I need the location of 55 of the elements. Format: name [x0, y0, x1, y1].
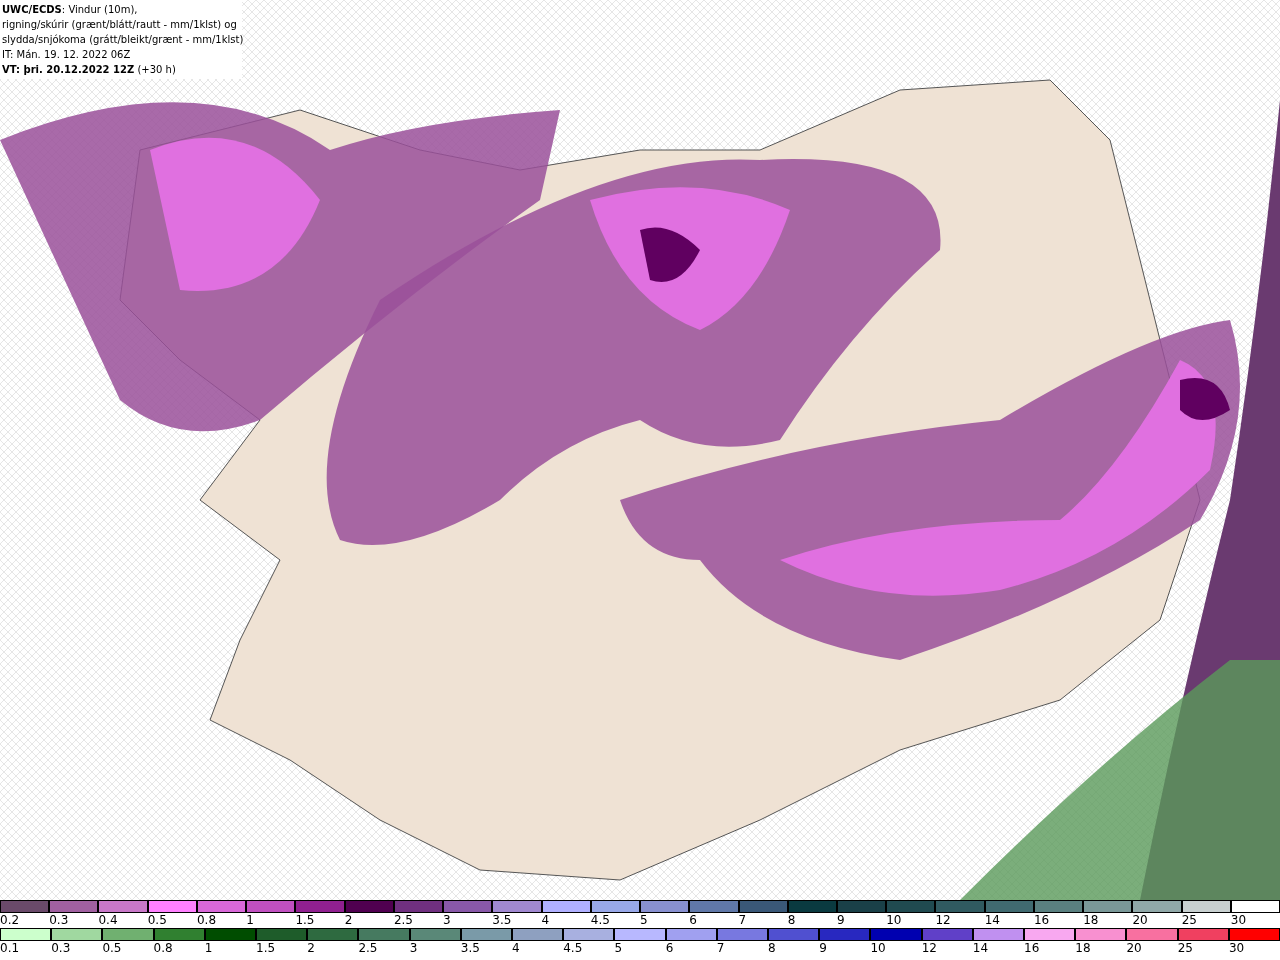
info-text: UWC/ECDS: Vindur (10m), [2, 3, 139, 17]
legend-label: 8 [768, 941, 776, 956]
legend-label: 3.5 [492, 913, 512, 928]
legend-label: 2.5 [393, 913, 413, 928]
legend-label: 4 [512, 941, 520, 956]
legend-label: 14 [972, 941, 989, 956]
info-text: VT: þri. 20.12.2022 12Z (+30 h) [2, 63, 177, 77]
legend-label: 0.4 [98, 913, 118, 928]
legend-label: 9 [819, 941, 827, 956]
legend-label: 18 [1083, 913, 1099, 928]
legend-label: 0.8 [196, 913, 217, 928]
legend-label: 4.5 [563, 941, 583, 956]
legend-label: 6 [665, 941, 674, 956]
legend-label: 3.5 [460, 941, 480, 956]
legend-label: 9 [837, 913, 845, 928]
legend-label: 0.5 [102, 941, 122, 956]
legend-label: 4.5 [590, 913, 610, 928]
legend-label: 25 [1177, 941, 1193, 956]
legend-label: 7 [738, 913, 747, 928]
info-text: rigning/skúrir (grænt/blátt/rautt - mm/1klst) og [2, 18, 238, 32]
legend-label: 20 [1132, 913, 1148, 928]
legend-label: 2 [307, 941, 315, 956]
legend-label: 0.3 [49, 913, 69, 928]
legend-label: 0.1 [0, 941, 20, 956]
legend-label: 5 [614, 941, 623, 956]
info-text: IT: Mán. 19. 12. 2022 06Z [2, 48, 132, 62]
legend-label: 20 [1126, 941, 1142, 956]
legend-label: 12 [935, 913, 951, 928]
legend-label: 8 [787, 913, 796, 928]
legend-label: 0.5 [147, 913, 167, 928]
legend-label: 6 [689, 913, 697, 928]
legend-label: 1 [204, 941, 213, 956]
legend-label: 5 [640, 913, 648, 928]
legend-label: 1.5 [256, 941, 276, 956]
legend-label: 0.8 [153, 941, 173, 956]
legend-label: 25 [1181, 913, 1197, 928]
legend-label: 0.2 [0, 913, 20, 928]
legend-label: 1 [246, 913, 254, 928]
legend-label: 30 [1228, 941, 1245, 956]
legend-label: 12 [921, 941, 937, 956]
legend-label: 18 [1075, 941, 1091, 956]
legend-label: 16 [1033, 913, 1050, 928]
legend-label: 4 [541, 913, 550, 928]
legend-label: 30 [1230, 913, 1247, 928]
legend-label: 3 [443, 913, 451, 928]
legend-label: 2 [344, 913, 353, 928]
legend-label: 0.3 [51, 941, 71, 956]
legend-label: 3 [409, 941, 418, 956]
legend-label: 1.5 [295, 913, 315, 928]
legend-label: 14 [984, 913, 1000, 928]
legend-label: 10 [886, 913, 902, 928]
legend-label: 16 [1024, 941, 1040, 956]
legend-label: 2.5 [358, 941, 378, 956]
legend-label: 7 [716, 941, 725, 956]
legend-label: 10 [870, 941, 886, 956]
